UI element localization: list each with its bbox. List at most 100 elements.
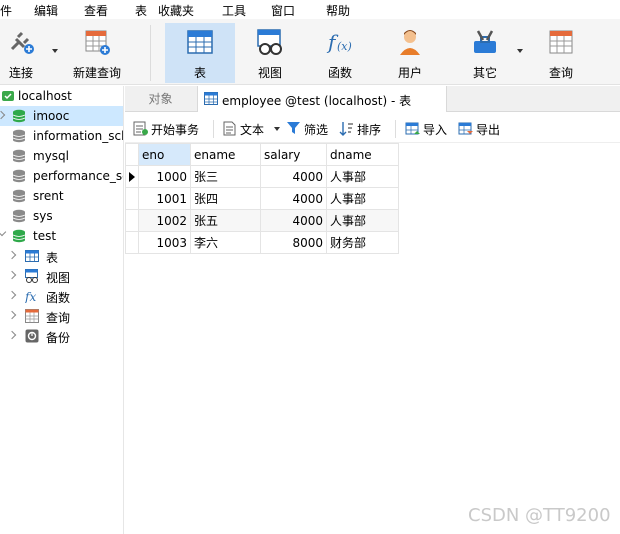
tree-test-backups[interactable]: 备份 (0, 326, 123, 346)
tab-employee-table[interactable]: employee @test (localhost) - 表 (197, 86, 447, 112)
view-button[interactable]: 视图 (240, 23, 300, 83)
view-icon (25, 269, 38, 283)
cell-salary[interactable]: 4000 (260, 165, 327, 188)
menu-bar: 件 编辑 查看 表 收藏夹 工具 窗口 帮助 (0, 0, 620, 19)
menu-window[interactable]: 窗口 (271, 2, 295, 19)
table-row[interactable]: 1000 张三 4000 人事部 (125, 165, 399, 188)
cell-dname[interactable]: 财务部 (326, 231, 399, 254)
other-dropdown-icon[interactable] (517, 49, 523, 53)
row-pointer (125, 165, 139, 188)
toolbar-divider (213, 120, 214, 138)
user-button[interactable]: 用户 (380, 23, 440, 83)
expand-caret-icon[interactable] (7, 330, 17, 340)
current-row-arrow-icon (129, 171, 135, 182)
new-query-label: 新建查询 (72, 66, 121, 80)
cell-salary[interactable]: 8000 (260, 231, 327, 254)
tree-label: mysql (33, 149, 69, 163)
menu-view[interactable]: 查看 (84, 2, 108, 19)
export-icon (458, 122, 473, 135)
database-icon (12, 129, 26, 143)
menu-help[interactable]: 帮助 (326, 2, 350, 19)
other-button[interactable]: 其它 (455, 23, 515, 83)
cell-dname[interactable]: 人事部 (326, 187, 399, 210)
import-button[interactable]: 导入 (405, 120, 451, 138)
table-icon (204, 92, 218, 105)
cell-eno[interactable]: 1002 (138, 209, 191, 232)
tree-db-test[interactable]: test (0, 226, 123, 246)
tree-test-queries[interactable]: 查询 (0, 306, 123, 326)
expand-caret-icon[interactable] (7, 250, 17, 260)
import-icon (405, 122, 420, 135)
table-row[interactable]: 1001 张四 4000 人事部 (125, 187, 399, 210)
table-row[interactable]: 1002 张五 4000 人事部 (125, 209, 399, 232)
data-grid: eno ename salary dname 1000 张三 4000 人事部 … (125, 143, 620, 534)
menu-table[interactable]: 表 (135, 2, 147, 19)
cell-dname[interactable]: 人事部 (326, 209, 399, 232)
collapse-caret-icon[interactable] (0, 227, 7, 237)
tree-db-srent[interactable]: srent (0, 186, 123, 206)
user-icon (400, 30, 420, 55)
cell-eno[interactable]: 1001 (138, 187, 191, 210)
column-header-salary[interactable]: salary (260, 143, 327, 166)
cell-salary[interactable]: 4000 (260, 187, 327, 210)
user-label: 用户 (397, 66, 422, 80)
connect-dropdown-icon[interactable] (52, 49, 58, 53)
menu-edit[interactable]: 编辑 (34, 2, 58, 19)
cell-eno[interactable]: 1003 (138, 231, 191, 254)
menu-favorites[interactable]: 收藏夹 (158, 2, 194, 19)
view-label: 视图 (257, 66, 282, 80)
begin-transaction-button[interactable]: 开始事务 (133, 120, 203, 138)
query-icon (549, 30, 573, 54)
function-button[interactable]: f (x) 函数 (310, 23, 370, 83)
import-label: 导入 (423, 123, 448, 137)
column-header-ename[interactable]: ename (190, 143, 261, 166)
connect-label: 连接 (8, 66, 33, 80)
filter-button[interactable]: 筛选 (286, 120, 332, 138)
tree-db-sys[interactable]: sys (0, 206, 123, 226)
expand-caret-icon[interactable] (7, 270, 17, 280)
cell-salary[interactable]: 4000 (260, 209, 327, 232)
database-active-icon (12, 109, 26, 123)
tree-connection-localhost[interactable]: localhost (0, 86, 123, 106)
tree-test-functions[interactable]: fx 函数 (0, 286, 123, 306)
table-row[interactable]: 1003 李六 8000 财务部 (125, 231, 399, 254)
sort-button[interactable]: 排序 (339, 120, 385, 138)
tree-test-views[interactable]: 视图 (0, 266, 123, 286)
export-button[interactable]: 导出 (458, 120, 504, 138)
tree-label: 备份 (46, 331, 71, 345)
table-button[interactable]: 表 (165, 23, 235, 83)
new-query-button[interactable]: 新建查询 (66, 23, 128, 83)
tree-db-mysql[interactable]: mysql (0, 146, 123, 166)
text-dropdown-icon[interactable] (274, 127, 280, 131)
text-view-button[interactable]: 文本 (222, 120, 280, 138)
tree-db-imooc[interactable]: imooc (0, 106, 123, 126)
tree-db-information-schema[interactable]: information_sch (0, 126, 123, 146)
transaction-icon (133, 121, 148, 136)
expand-caret-icon[interactable] (7, 310, 17, 320)
cell-ename[interactable]: 张三 (190, 165, 261, 188)
tree-db-performance-schema[interactable]: performance_sc (0, 166, 124, 186)
tree-test-tables[interactable]: 表 (0, 246, 123, 266)
tab-objects[interactable]: 对象 (125, 86, 196, 112)
menu-file[interactable]: 件 (0, 2, 12, 19)
table-icon (187, 30, 213, 54)
expand-caret-icon[interactable] (7, 290, 17, 300)
menu-tools[interactable]: 工具 (222, 2, 246, 19)
connect-button[interactable]: 连接 (0, 23, 42, 83)
column-header-dname[interactable]: dname (326, 143, 399, 166)
cell-ename[interactable]: 李六 (190, 231, 261, 254)
cell-dname[interactable]: 人事部 (326, 165, 399, 188)
column-header-eno[interactable]: eno (138, 143, 191, 166)
tree-label: performance_sc (33, 169, 124, 183)
svg-text:fx: fx (25, 290, 36, 303)
row-header (125, 209, 139, 232)
expand-caret-icon[interactable] (0, 110, 6, 120)
cell-eno[interactable]: 1000 (138, 165, 191, 188)
cell-ename[interactable]: 张四 (190, 187, 261, 210)
main-toolbar: 连接 新建查询 表 视图 f (x) 函数 用户 其它 查询 (0, 19, 620, 85)
tree-label: 表 (46, 251, 59, 265)
table-icon (25, 250, 39, 262)
cell-ename[interactable]: 张五 (190, 209, 261, 232)
query-button[interactable]: 查询 (531, 23, 591, 83)
employee-table: eno ename salary dname 1000 张三 4000 人事部 … (125, 143, 399, 254)
